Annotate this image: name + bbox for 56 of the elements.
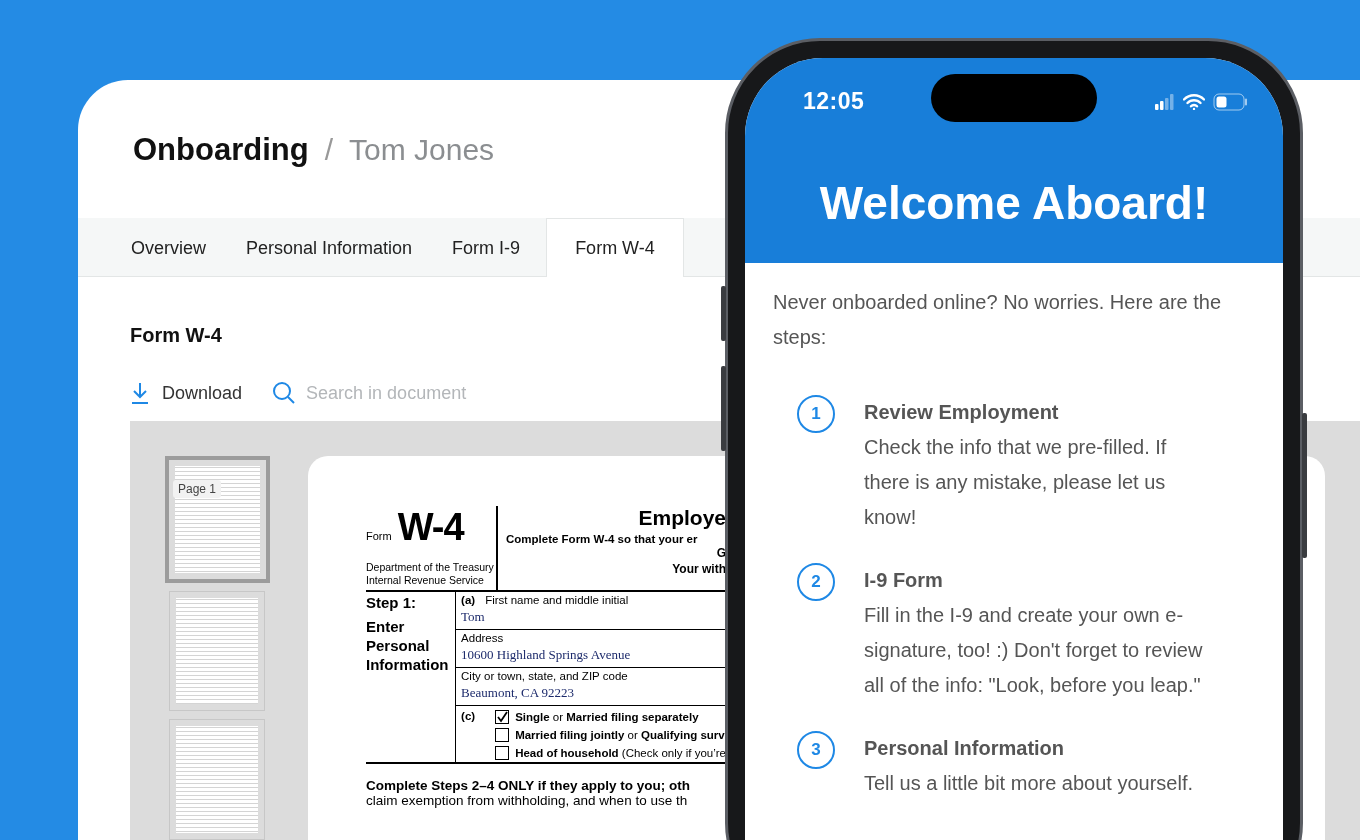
agency-name: Department of the Treasury	[366, 561, 495, 574]
step-title: Enter Personal Information	[366, 617, 450, 674]
field-value[interactable]: 10600 Highland Springs Avenue	[461, 647, 726, 663]
signal-icon	[1155, 94, 1175, 110]
tab[interactable]: Overview	[111, 218, 226, 277]
tab[interactable]: Form I-9	[432, 218, 541, 277]
page-thumbnail[interactable]: Page 1	[165, 456, 270, 583]
step-description: Tell us a little bit more about yourself.	[864, 771, 1195, 796]
welcome-heading: Welcome Aboard!	[818, 176, 1210, 230]
tab[interactable]: Personal Information	[226, 218, 433, 277]
page-thumbnail[interactable]	[169, 590, 265, 712]
step-title: Personal Information	[864, 736, 1066, 761]
checkbox[interactable]	[495, 710, 510, 724]
checkbox[interactable]	[495, 746, 510, 760]
breadcrumb-name: Tom Jones	[349, 133, 495, 167]
battery-icon	[1213, 93, 1249, 111]
download-button[interactable]: Download	[130, 382, 243, 404]
field-letter: (a)	[461, 594, 476, 606]
field-label: City or town, state, and ZIP code	[461, 670, 628, 682]
step-number: 3	[797, 731, 835, 769]
field-value[interactable]: Beaumont, CA 92223	[461, 685, 726, 701]
status-time: 12:05	[803, 87, 865, 115]
step-description: Fill in the I-9 and create your own e-signature, too! :) Don't forget to review all of the info: "Look, before you leap."	[864, 603, 1204, 698]
breadcrumb-separator: /	[324, 133, 333, 167]
step-label: Step 1:	[366, 594, 417, 611]
form-number: W-4	[397, 506, 464, 549]
form-title: Employe	[637, 506, 726, 530]
checkbox-label: Single or Married filing separately	[515, 711, 699, 723]
step-description: Check the info that we pre-filled. If there is any mistake, please let us know!	[864, 435, 1168, 530]
step-title: I-9 Form	[864, 568, 944, 593]
wifi-icon	[1183, 94, 1205, 110]
section-title: Form W-4	[130, 324, 222, 347]
form-note: claim exemption from withholding, and when to use th	[366, 793, 689, 808]
field-label: First name and middle initial	[485, 594, 629, 606]
page-thumbnail[interactable]	[169, 719, 265, 840]
step-number: 1	[797, 395, 835, 433]
page-label: Page 1	[173, 480, 222, 498]
page-title: Onboarding	[133, 132, 309, 168]
step-title: Review Employment	[864, 400, 1060, 425]
checkbox-label: Head of household (Check only if you’re	[515, 747, 726, 759]
field-letter: (c)	[461, 710, 476, 724]
form-text: G	[715, 545, 726, 561]
checkbox[interactable]	[495, 728, 510, 742]
checkbox-label: Married filing jointly or Qualifying surv	[515, 729, 725, 741]
form-label: Form	[366, 530, 392, 542]
field-label: Address	[461, 632, 504, 644]
step-number: 2	[797, 563, 835, 601]
field-value[interactable]: Tom	[461, 609, 726, 625]
form-instruction: Complete Form W-4 so that your er	[506, 533, 699, 545]
search-icon	[272, 381, 297, 405]
tab[interactable]: Form W-4	[546, 218, 684, 277]
agency-name: Internal Revenue Service	[366, 574, 485, 587]
intro-text: Never onboarded online? No worries. Here are the steps:	[773, 290, 1223, 350]
form-text: Your with	[671, 561, 726, 577]
form-note: Complete Steps 2–4 ONLY if they apply to you; oth	[366, 778, 692, 793]
download-icon	[130, 382, 150, 404]
